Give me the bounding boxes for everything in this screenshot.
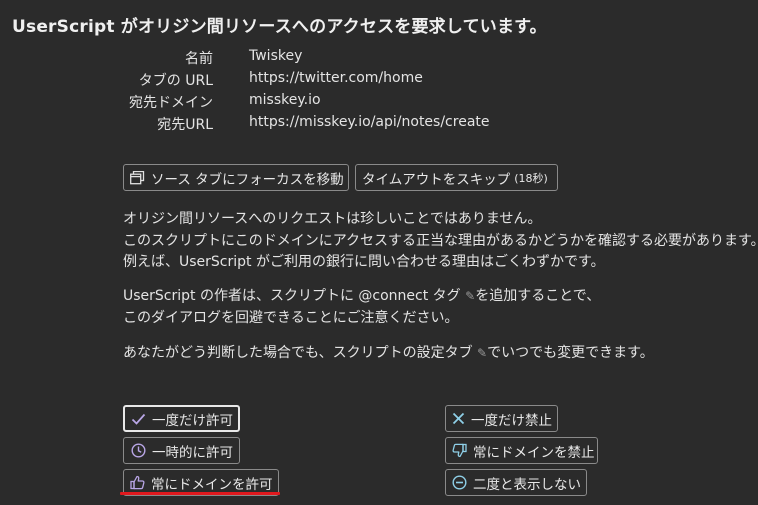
allow-once-button[interactable]: 一度だけ許可 — [123, 405, 240, 432]
connect-note-line: このダイアログを回避できることにご注意ください。 — [123, 309, 459, 326]
info-row-name: 名前 Twiskey — [0, 48, 758, 68]
connect-note-line: UserScript の作者は、スクリプトに @connect タグ ✎を追加す… — [123, 286, 600, 308]
thumbs-up-icon — [130, 475, 145, 491]
never-ask-again-label: 二度と表示しない — [473, 476, 581, 493]
explanation-line: このスクリプトにこのドメインにアクセスする正当な理由があるかどうかを確認する必要… — [123, 232, 758, 249]
focus-source-tab-button[interactable]: ソース タブにフォーカスを移動 — [123, 164, 349, 191]
clock-icon — [130, 443, 146, 459]
dest-domain-label: 宛先ドメイン — [129, 95, 213, 111]
explanation-line: 例えば、UserScript がご利用の銀行に問い合わせる理由はごくわずかです。 — [123, 254, 605, 270]
info-row-dest-url: 宛先URL https://misskey.io/api/notes/creat… — [0, 114, 758, 134]
allow-temporarily-label: 一時的に許可 — [152, 444, 233, 461]
connect-note-text-end: を追加することで、 — [475, 288, 601, 304]
dest-url-value: https://misskey.io/api/notes/create — [249, 114, 490, 130]
tab-url-label: タブの URL — [138, 73, 213, 89]
focus-source-tab-label: ソース タブにフォーカスを移動 — [151, 171, 344, 188]
deny-domain-always-label: 常にドメインを禁止 — [473, 444, 595, 461]
dialog-title: UserScript がオリジン間リソースへのアクセスを要求しています。 — [12, 17, 547, 37]
info-row-tab-url: タブの URL https://twitter.com/home — [0, 70, 758, 90]
deny-domain-always-button[interactable]: 常にドメインを禁止 — [445, 437, 598, 464]
explanation-line: オリジン間リソースへのリクエストは珍しいことではありません。 — [123, 211, 542, 227]
settings-note: あなたがどう判断した場合でも、スクリプトの設定タブ ✎でいつでも変更できます。 — [123, 343, 654, 365]
skip-timeout-button[interactable]: タイムアウトをスキップ (18秒) — [355, 164, 558, 191]
skip-timeout-label: タイムアウトをスキップ — [362, 171, 511, 188]
allow-domain-always-label: 常にドメインを許可 — [151, 476, 273, 493]
window-icon — [130, 170, 145, 186]
minus-circle-icon — [452, 475, 467, 491]
allow-once-label: 一度だけ許可 — [152, 412, 233, 429]
settings-note-text: あなたがどう判断した場合でも、スクリプトの設定タブ — [123, 345, 473, 361]
settings-note-text-end: でいつでも変更できます。 — [487, 345, 654, 361]
check-icon — [131, 411, 146, 427]
pencil-icon[interactable]: ✎ — [465, 289, 475, 303]
thumbs-down-icon — [452, 443, 467, 459]
name-value: Twiskey — [249, 48, 303, 64]
allow-temporarily-button[interactable]: 一時的に許可 — [123, 437, 240, 464]
dest-domain-value: misskey.io — [249, 92, 321, 108]
explanation-text: オリジン間リソースへのリクエストは珍しいことではありません。 このスクリプトにこ… — [123, 209, 758, 274]
dest-url-label: 宛先URL — [157, 117, 213, 133]
pencil-icon[interactable]: ✎ — [477, 346, 487, 360]
deny-once-label: 一度だけ禁止 — [471, 412, 552, 429]
x-icon — [452, 411, 465, 427]
name-label: 名前 — [185, 51, 213, 67]
deny-once-button[interactable]: 一度だけ禁止 — [445, 405, 558, 432]
tab-url-value: https://twitter.com/home — [249, 70, 423, 86]
info-row-dest-domain: 宛先ドメイン misskey.io — [0, 92, 758, 112]
connect-note-text: UserScript の作者は、スクリプトに @connect タグ — [123, 288, 461, 304]
connect-note: UserScript の作者は、スクリプトに @connect タグ ✎を追加す… — [123, 286, 600, 329]
timeout-countdown: (18秒) — [514, 171, 548, 185]
highlight-underline — [120, 492, 280, 495]
never-ask-again-button[interactable]: 二度と表示しない — [445, 469, 587, 496]
